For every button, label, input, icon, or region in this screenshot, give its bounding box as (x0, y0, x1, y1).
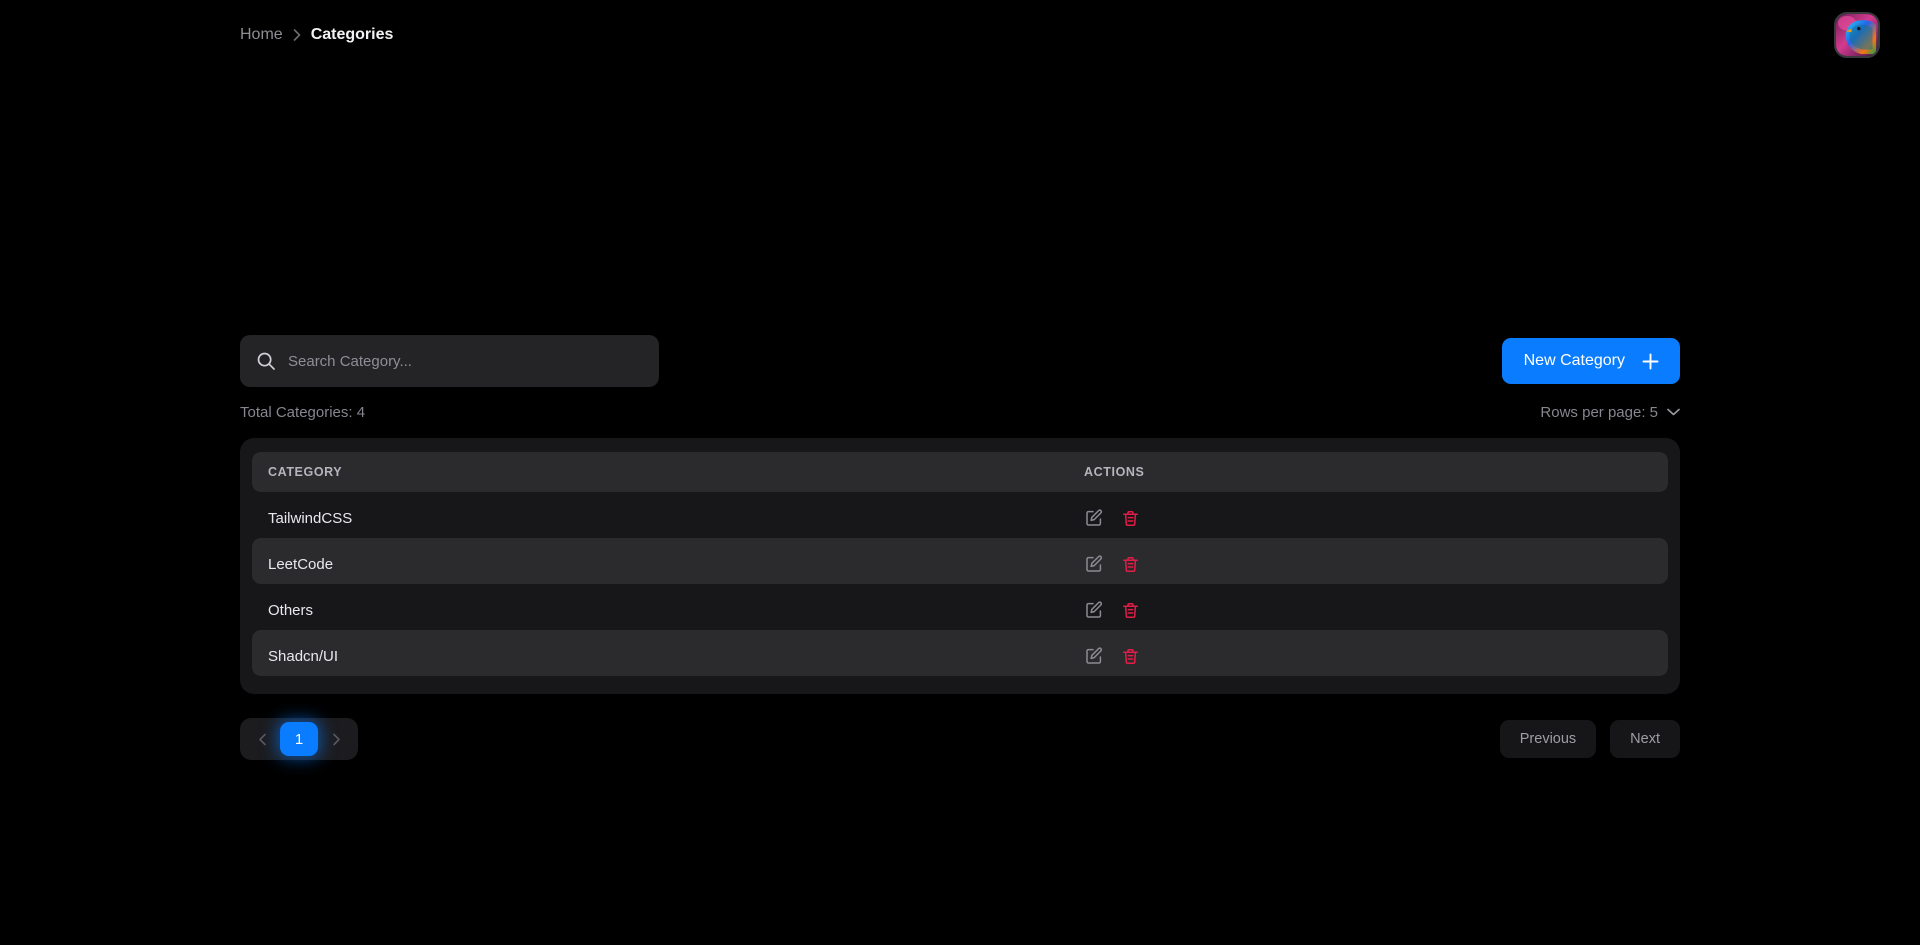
new-category-label: New Category (1523, 352, 1625, 369)
table-body: TailwindCSS LeetCode Others Shadcn/UI (252, 492, 1668, 676)
chevron-down-icon (1667, 408, 1680, 416)
edit-pencil-icon[interactable] (1084, 554, 1104, 574)
previous-button[interactable]: Previous (1499, 720, 1597, 758)
rows-per-page-label: Rows per page: 5 (1540, 403, 1658, 421)
chevron-right-icon (293, 29, 301, 41)
categories-panel: New Category Total Categories: 4 Rows pe… (240, 335, 1680, 760)
total-categories-text: Total Categories: 4 (240, 403, 366, 421)
plus-icon (1641, 352, 1660, 371)
trash-icon[interactable] (1120, 646, 1140, 666)
trash-icon[interactable] (1120, 554, 1140, 574)
breadcrumb-current-page: Categories (310, 26, 394, 43)
edit-pencil-icon[interactable] (1084, 508, 1104, 528)
trash-icon[interactable] (1120, 600, 1140, 620)
cell-actions (1068, 584, 1668, 630)
chevron-right-icon[interactable] (318, 722, 354, 756)
column-header-category: CATEGORY (252, 452, 1068, 492)
prev-next-controls: Previous Next (1499, 720, 1680, 758)
trash-icon[interactable] (1120, 508, 1140, 528)
breadcrumb-home-link[interactable]: Home (240, 26, 283, 44)
pagination-row: 1 Previous Next (240, 718, 1680, 760)
next-button[interactable]: Next (1610, 720, 1680, 758)
categories-table: CATEGORY ACTIONS TailwindCSS LeetCode Ot… (252, 452, 1668, 676)
rows-per-page-select[interactable]: Rows per page: 5 (1540, 404, 1680, 421)
categories-table-card: CATEGORY ACTIONS TailwindCSS LeetCode Ot… (240, 438, 1680, 694)
new-category-button[interactable]: New Category (1501, 338, 1680, 384)
toolbar: New Category (240, 335, 1680, 387)
table-row[interactable]: Others (252, 584, 1668, 630)
table-row[interactable]: TailwindCSS (252, 492, 1668, 538)
avatar[interactable] (1834, 12, 1880, 58)
cell-category: TailwindCSS (268, 509, 353, 527)
search-field-wrapper (240, 335, 659, 387)
column-header-actions: ACTIONS (1068, 452, 1668, 492)
page-number-pagination: 1 (240, 718, 358, 760)
table-row[interactable]: Shadcn/UI (252, 630, 1668, 676)
top-bar: Home Categories (0, 0, 1920, 70)
edit-pencil-icon[interactable] (1084, 600, 1104, 620)
user-avatar-bird-image (1836, 14, 1878, 56)
cell-actions (1068, 630, 1668, 676)
table-meta-row: Total Categories: 4 Rows per page: 5 (240, 401, 1680, 423)
breadcrumb: Home Categories (240, 26, 393, 44)
cell-actions (1068, 492, 1668, 538)
page-button-1[interactable]: 1 (280, 722, 318, 756)
app-page: Home Categories Search Category... New C… (0, 0, 1920, 945)
chevron-left-icon[interactable] (244, 722, 280, 756)
table-header-row: CATEGORY ACTIONS (252, 452, 1668, 492)
cell-category: LeetCode (252, 538, 1068, 584)
search-input[interactable] (240, 335, 659, 387)
table-row[interactable]: LeetCode (252, 538, 1668, 584)
cell-category: Shadcn/UI (252, 630, 1068, 676)
table-head: CATEGORY ACTIONS (252, 452, 1668, 492)
cell-actions (1068, 538, 1668, 584)
cell-category: Others (268, 601, 314, 619)
edit-pencil-icon[interactable] (1084, 646, 1104, 666)
